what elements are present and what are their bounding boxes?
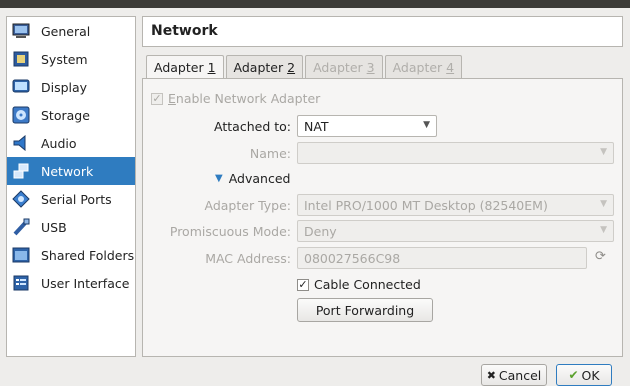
- sidebar-item-display[interactable]: Display: [7, 73, 135, 101]
- chevron-down-icon: ▼: [600, 225, 607, 235]
- mac-address-value: 080027566C98: [304, 250, 401, 266]
- tab-label: Adapter: [313, 59, 363, 75]
- tab-key: 1: [207, 60, 216, 75]
- tab-label: Adapter: [392, 59, 443, 75]
- mac-address-label: MAC Address:: [205, 251, 291, 266]
- chevron-down-icon: ▼: [423, 120, 430, 130]
- adapter-panel: ✓ Enable Network Adapter Attached to: NA…: [142, 78, 623, 357]
- mac-address-field[interactable]: 080027566C98: [297, 247, 587, 269]
- cancel-button[interactable]: ✖ Cancel: [481, 364, 547, 386]
- enable-adapter-label: nable Network Adapter: [175, 91, 321, 106]
- promiscuous-mode-value: Deny: [304, 223, 337, 239]
- chip-icon: [11, 49, 31, 69]
- triangle-down-icon: ▼: [215, 173, 223, 184]
- sidebar-item-user-interface[interactable]: User Interface: [7, 269, 135, 297]
- tab-key: 3: [366, 59, 375, 75]
- page-title: Network: [142, 16, 623, 47]
- attached-to-label: Attached to:: [214, 119, 291, 134]
- advanced-toggle[interactable]: ▼ Advanced: [215, 171, 290, 186]
- promiscuous-mode-label: Promiscuous Mode:: [169, 224, 291, 239]
- tab-adapter-2[interactable]: Adapter 2: [225, 55, 304, 78]
- name-select[interactable]: ▼: [297, 142, 614, 164]
- display-icon: [11, 77, 31, 97]
- enable-adapter-checkbox[interactable]: ✓: [151, 92, 163, 105]
- attached-to-select[interactable]: NAT ▼: [297, 115, 437, 137]
- promiscuous-mode-select[interactable]: Deny ▼: [297, 220, 614, 242]
- monitor-icon: [11, 21, 31, 41]
- port-forwarding-button[interactable]: Port Forwarding: [297, 298, 433, 322]
- disk-icon: [11, 105, 31, 125]
- cancel-label: Cancel: [498, 367, 542, 383]
- cable-connected-row[interactable]: ✓ Cable Connected: [297, 277, 421, 292]
- enable-adapter-row: ✓ Enable Network Adapter: [151, 91, 320, 106]
- folder-icon: [11, 245, 31, 265]
- ok-button[interactable]: ✔ OK: [556, 364, 612, 386]
- chevron-down-icon: ▼: [600, 147, 607, 157]
- sidebar-item-serial-ports[interactable]: Serial Ports: [7, 185, 135, 213]
- name-label: Name:: [249, 146, 291, 161]
- adapter-type-value: Intel PRO/1000 MT Desktop (82540EM): [304, 197, 548, 213]
- network-icon: [11, 161, 31, 181]
- sidebar-item-audio[interactable]: Audio: [7, 129, 135, 157]
- sidebar-item-network[interactable]: Network: [7, 157, 135, 185]
- sidebar-item-label: Display: [41, 79, 88, 95]
- sidebar-item-label: USB: [41, 219, 67, 235]
- tab-label: Adapter: [154, 60, 204, 75]
- sidebar-item-system[interactable]: System: [7, 45, 135, 73]
- sidebar-item-label: Shared Folders: [41, 247, 135, 263]
- usb-icon: [11, 217, 31, 237]
- advanced-label: Advanced: [228, 171, 291, 186]
- tab-adapter-1[interactable]: Adapter 1: [146, 55, 224, 79]
- refresh-mac-icon[interactable]: ⟳: [595, 249, 611, 265]
- sidebar-item-label: Audio: [41, 135, 77, 151]
- window-titlebar: [0, 0, 630, 8]
- speaker-icon: [11, 133, 31, 153]
- ok-label: OK: [581, 367, 600, 383]
- ui-icon: [11, 273, 31, 293]
- settings-sidebar: General System Display Storage Audio Net…: [6, 16, 136, 357]
- adapter-type-label: Adapter Type:: [204, 198, 292, 213]
- tab-adapter-4[interactable]: Adapter 4: [384, 55, 463, 78]
- sidebar-item-label: System: [41, 51, 88, 67]
- sidebar-item-general[interactable]: General: [7, 17, 135, 45]
- serial-icon: [11, 189, 31, 209]
- sidebar-item-label: User Interface: [41, 275, 130, 291]
- sidebar-item-label: Storage: [41, 107, 90, 123]
- adapter-type-select[interactable]: Intel PRO/1000 MT Desktop (82540EM) ▼: [297, 194, 614, 216]
- tab-adapter-3[interactable]: Adapter 3: [305, 55, 383, 78]
- chevron-down-icon: ▼: [600, 199, 607, 209]
- sidebar-item-storage[interactable]: Storage: [7, 101, 135, 129]
- cable-connected-label: Cable Connected: [314, 277, 421, 292]
- sidebar-item-label: Network: [41, 163, 94, 179]
- cable-connected-checkbox[interactable]: ✓: [297, 278, 309, 291]
- port-forwarding-label: Port Forwarding: [315, 302, 415, 318]
- sidebar-item-usb[interactable]: USB: [7, 213, 135, 241]
- tab-key: 4: [446, 59, 455, 75]
- tab-key: 2: [287, 59, 296, 75]
- enable-adapter-key: E: [168, 91, 176, 106]
- adapter-tabs: Adapter 1 Adapter 2 Adapter 3 Adapter 4: [146, 55, 464, 79]
- tab-label: Adapter: [233, 59, 284, 75]
- sidebar-item-label: General: [41, 23, 91, 39]
- sidebar-item-label: Serial Ports: [41, 191, 112, 207]
- sidebar-item-shared-folders[interactable]: Shared Folders: [7, 241, 135, 269]
- attached-to-value: NAT: [304, 118, 329, 134]
